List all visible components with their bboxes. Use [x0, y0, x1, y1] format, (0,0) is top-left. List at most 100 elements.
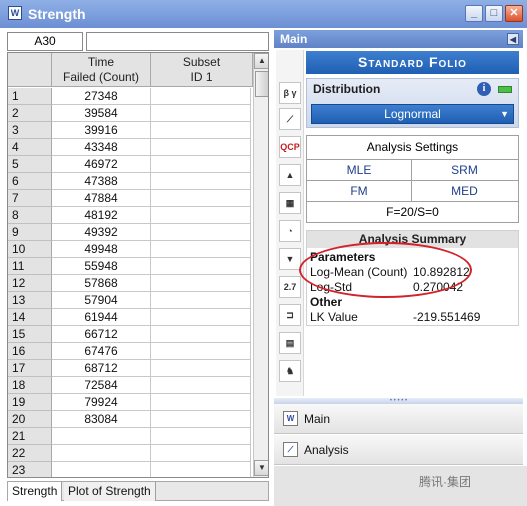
row-header[interactable]: 7	[8, 190, 52, 207]
subset-id-cell[interactable]	[151, 88, 251, 105]
time-failed-cell[interactable]: 57868	[52, 275, 151, 292]
time-failed-cell[interactable]: 43348	[52, 139, 151, 156]
time-failed-cell[interactable]	[52, 462, 151, 477]
distribution-select[interactable]: Lognormal ▼	[311, 104, 514, 124]
subset-id-cell[interactable]	[151, 241, 251, 258]
row-header[interactable]: 19	[8, 394, 52, 411]
info-icon[interactable]: i	[477, 82, 491, 96]
row-header[interactable]: 6	[8, 173, 52, 190]
subset-id-cell[interactable]	[151, 156, 251, 173]
grid-corner[interactable]	[8, 53, 52, 87]
row-header[interactable]: 21	[8, 428, 52, 445]
mle-option[interactable]: MLE	[307, 160, 412, 180]
maximize-button[interactable]: □	[485, 5, 503, 22]
row-header[interactable]: 17	[8, 360, 52, 377]
row-header[interactable]: 3	[8, 122, 52, 139]
probability-plot-icon[interactable]: ⟋	[279, 108, 301, 130]
row-header[interactable]: 11	[8, 258, 52, 275]
sheet-tab-plot[interactable]: Plot of Strength	[64, 482, 156, 501]
time-failed-cell[interactable]: 55948	[52, 258, 151, 275]
row-header[interactable]: 12	[8, 275, 52, 292]
table-icon[interactable]: ▤	[279, 332, 301, 354]
row-header[interactable]: 4	[8, 139, 52, 156]
subset-id-cell[interactable]	[151, 105, 251, 122]
row-header[interactable]: 2	[8, 105, 52, 122]
time-failed-cell[interactable]: 72584	[52, 377, 151, 394]
subset-id-cell[interactable]	[151, 207, 251, 224]
time-failed-cell[interactable]: 66712	[52, 326, 151, 343]
subset-id-cell[interactable]	[151, 377, 251, 394]
subset-id-cell[interactable]	[151, 275, 251, 292]
time-failed-cell[interactable]: 48192	[52, 207, 151, 224]
scroll-up-arrow-icon[interactable]: ▲	[254, 53, 268, 69]
time-failed-cell[interactable]: 39916	[52, 122, 151, 139]
subset-id-cell[interactable]	[151, 428, 251, 445]
time-failed-cell[interactable]: 68712	[52, 360, 151, 377]
time-failed-cell[interactable]: 39584	[52, 105, 151, 122]
subset-id-cell[interactable]	[151, 292, 251, 309]
row-header[interactable]: 1	[8, 88, 52, 105]
subset-id-cell[interactable]	[151, 139, 251, 156]
column-header-subset-id[interactable]: Subset ID 1	[151, 53, 253, 87]
row-header[interactable]: 15	[8, 326, 52, 343]
time-failed-cell[interactable]: 49948	[52, 241, 151, 258]
close-button[interactable]: ✕	[505, 5, 523, 22]
report-icon[interactable]: ⊐	[279, 304, 301, 326]
time-failed-cell[interactable]: 67476	[52, 343, 151, 360]
time-failed-cell[interactable]: 49392	[52, 224, 151, 241]
med-option[interactable]: MED	[412, 181, 517, 201]
funnel-icon[interactable]: ▼	[279, 248, 301, 270]
nav-main[interactable]: W Main	[274, 404, 523, 434]
time-failed-cell[interactable]: 79924	[52, 394, 151, 411]
gauge-icon[interactable]: ◔	[279, 220, 301, 242]
subset-id-cell[interactable]	[151, 411, 251, 428]
subset-id-cell[interactable]	[151, 122, 251, 139]
cell-reference-box[interactable]: A30	[7, 32, 83, 51]
time-failed-cell[interactable]: 61944	[52, 309, 151, 326]
subset-id-cell[interactable]	[151, 394, 251, 411]
vertical-scrollbar[interactable]: ▲ ▼	[253, 53, 268, 477]
nav-analysis[interactable]: ⟋ Analysis	[274, 435, 523, 465]
subset-id-cell[interactable]	[151, 258, 251, 275]
grid-icon[interactable]: ▦	[279, 192, 301, 214]
row-header[interactable]: 13	[8, 292, 52, 309]
row-header[interactable]: 10	[8, 241, 52, 258]
beta-icon[interactable]: β γ	[279, 82, 301, 104]
time-failed-cell[interactable]: 47388	[52, 173, 151, 190]
fm-option[interactable]: FM	[307, 181, 412, 201]
hazard-icon[interactable]: ▲	[279, 164, 301, 186]
row-header[interactable]: 8	[8, 207, 52, 224]
subset-id-cell[interactable]	[151, 190, 251, 207]
sheet-tab-strength[interactable]: Strength	[8, 482, 63, 501]
subset-id-cell[interactable]	[151, 462, 251, 477]
column-header-time-failed[interactable]: Time Failed (Count)	[52, 53, 151, 87]
subset-id-cell[interactable]	[151, 224, 251, 241]
formula-input[interactable]	[86, 32, 269, 51]
row-header[interactable]: 23	[8, 462, 52, 477]
row-header[interactable]: 5	[8, 156, 52, 173]
row-header[interactable]: 9	[8, 224, 52, 241]
time-failed-cell[interactable]: 83084	[52, 411, 151, 428]
row-header[interactable]: 16	[8, 343, 52, 360]
subset-id-cell[interactable]	[151, 445, 251, 462]
collapse-panel-icon[interactable]: ◀	[507, 33, 519, 45]
subset-id-cell[interactable]	[151, 343, 251, 360]
time-failed-cell[interactable]: 46972	[52, 156, 151, 173]
time-failed-cell[interactable]	[52, 445, 151, 462]
subset-id-cell[interactable]	[151, 173, 251, 190]
qcp-icon[interactable]: QCP	[279, 136, 301, 158]
row-header[interactable]: 22	[8, 445, 52, 462]
row-header[interactable]: 14	[8, 309, 52, 326]
scroll-down-arrow-icon[interactable]: ▼	[254, 460, 268, 476]
subset-id-cell[interactable]	[151, 309, 251, 326]
time-failed-cell[interactable]: 57904	[52, 292, 151, 309]
srm-option[interactable]: SRM	[412, 160, 517, 180]
time-failed-cell[interactable]: 47884	[52, 190, 151, 207]
row-header[interactable]: 20	[8, 411, 52, 428]
scroll-thumb[interactable]	[255, 71, 268, 97]
row-header[interactable]: 18	[8, 377, 52, 394]
time-failed-cell[interactable]	[52, 428, 151, 445]
parameter-icon[interactable]: 2.7	[279, 276, 301, 298]
minimize-button[interactable]: _	[465, 5, 483, 22]
subset-id-cell[interactable]	[151, 326, 251, 343]
